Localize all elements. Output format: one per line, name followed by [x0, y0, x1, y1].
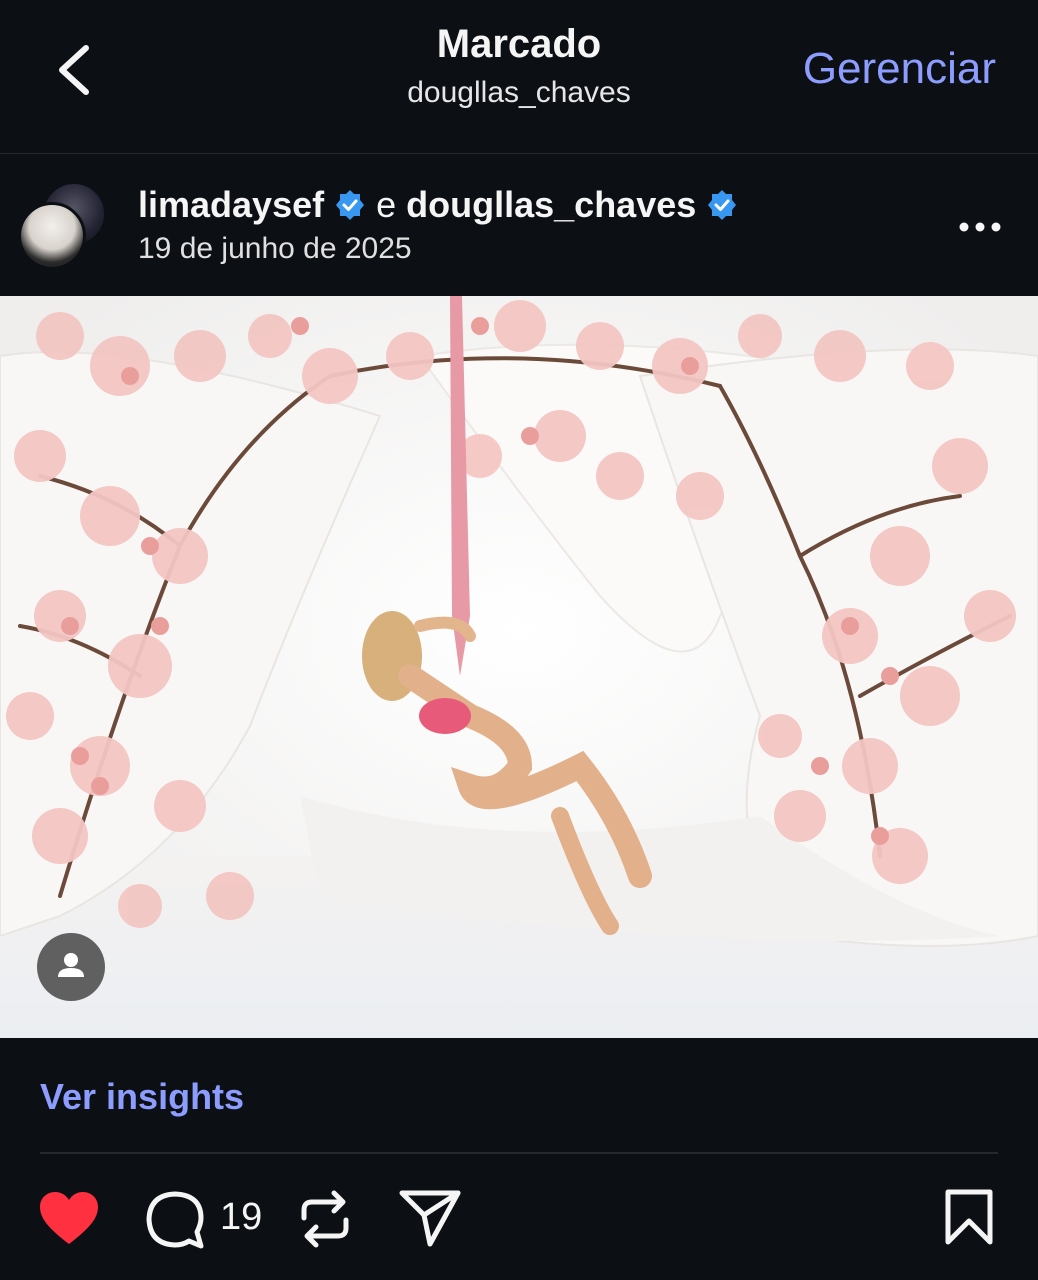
tagged-people-button[interactable] [37, 933, 105, 1001]
post-authors: limadaysef e dougllas_chaves [138, 184, 738, 226]
share-icon[interactable] [398, 1188, 462, 1248]
verified-badge-icon [708, 190, 737, 220]
collab-avatars[interactable] [18, 182, 108, 272]
author-username-2[interactable]: dougllas_chaves [406, 184, 696, 225]
repost-icon[interactable] [298, 1188, 352, 1250]
avatar-primary [18, 202, 86, 270]
top-bar: Marcado dougllas_chaves Gerenciar [0, 0, 1038, 153]
person-tag-icon [58, 953, 84, 977]
photo-illustration [0, 296, 1038, 1038]
author-username-1[interactable]: limadaysef [138, 184, 324, 225]
verified-badge-icon [336, 190, 365, 220]
manage-button[interactable]: Gerenciar [803, 44, 996, 94]
insights-divider [40, 1152, 998, 1154]
bookmark-icon[interactable] [944, 1188, 994, 1246]
more-options-icon[interactable] [958, 220, 1002, 234]
post-header: limadaysef e dougllas_chaves 19 de junho … [0, 154, 1038, 296]
comment-count: 19 [220, 1196, 263, 1238]
heart-icon[interactable] [38, 1190, 100, 1246]
post-actions: 19 [0, 1170, 1038, 1270]
author-connector: e [376, 184, 397, 225]
post-date: 19 de junho de 2025 [138, 232, 412, 265]
post-photo[interactable] [0, 296, 1038, 1038]
view-insights-link[interactable]: Ver insights [40, 1076, 244, 1118]
comment-icon[interactable] [145, 1190, 205, 1250]
